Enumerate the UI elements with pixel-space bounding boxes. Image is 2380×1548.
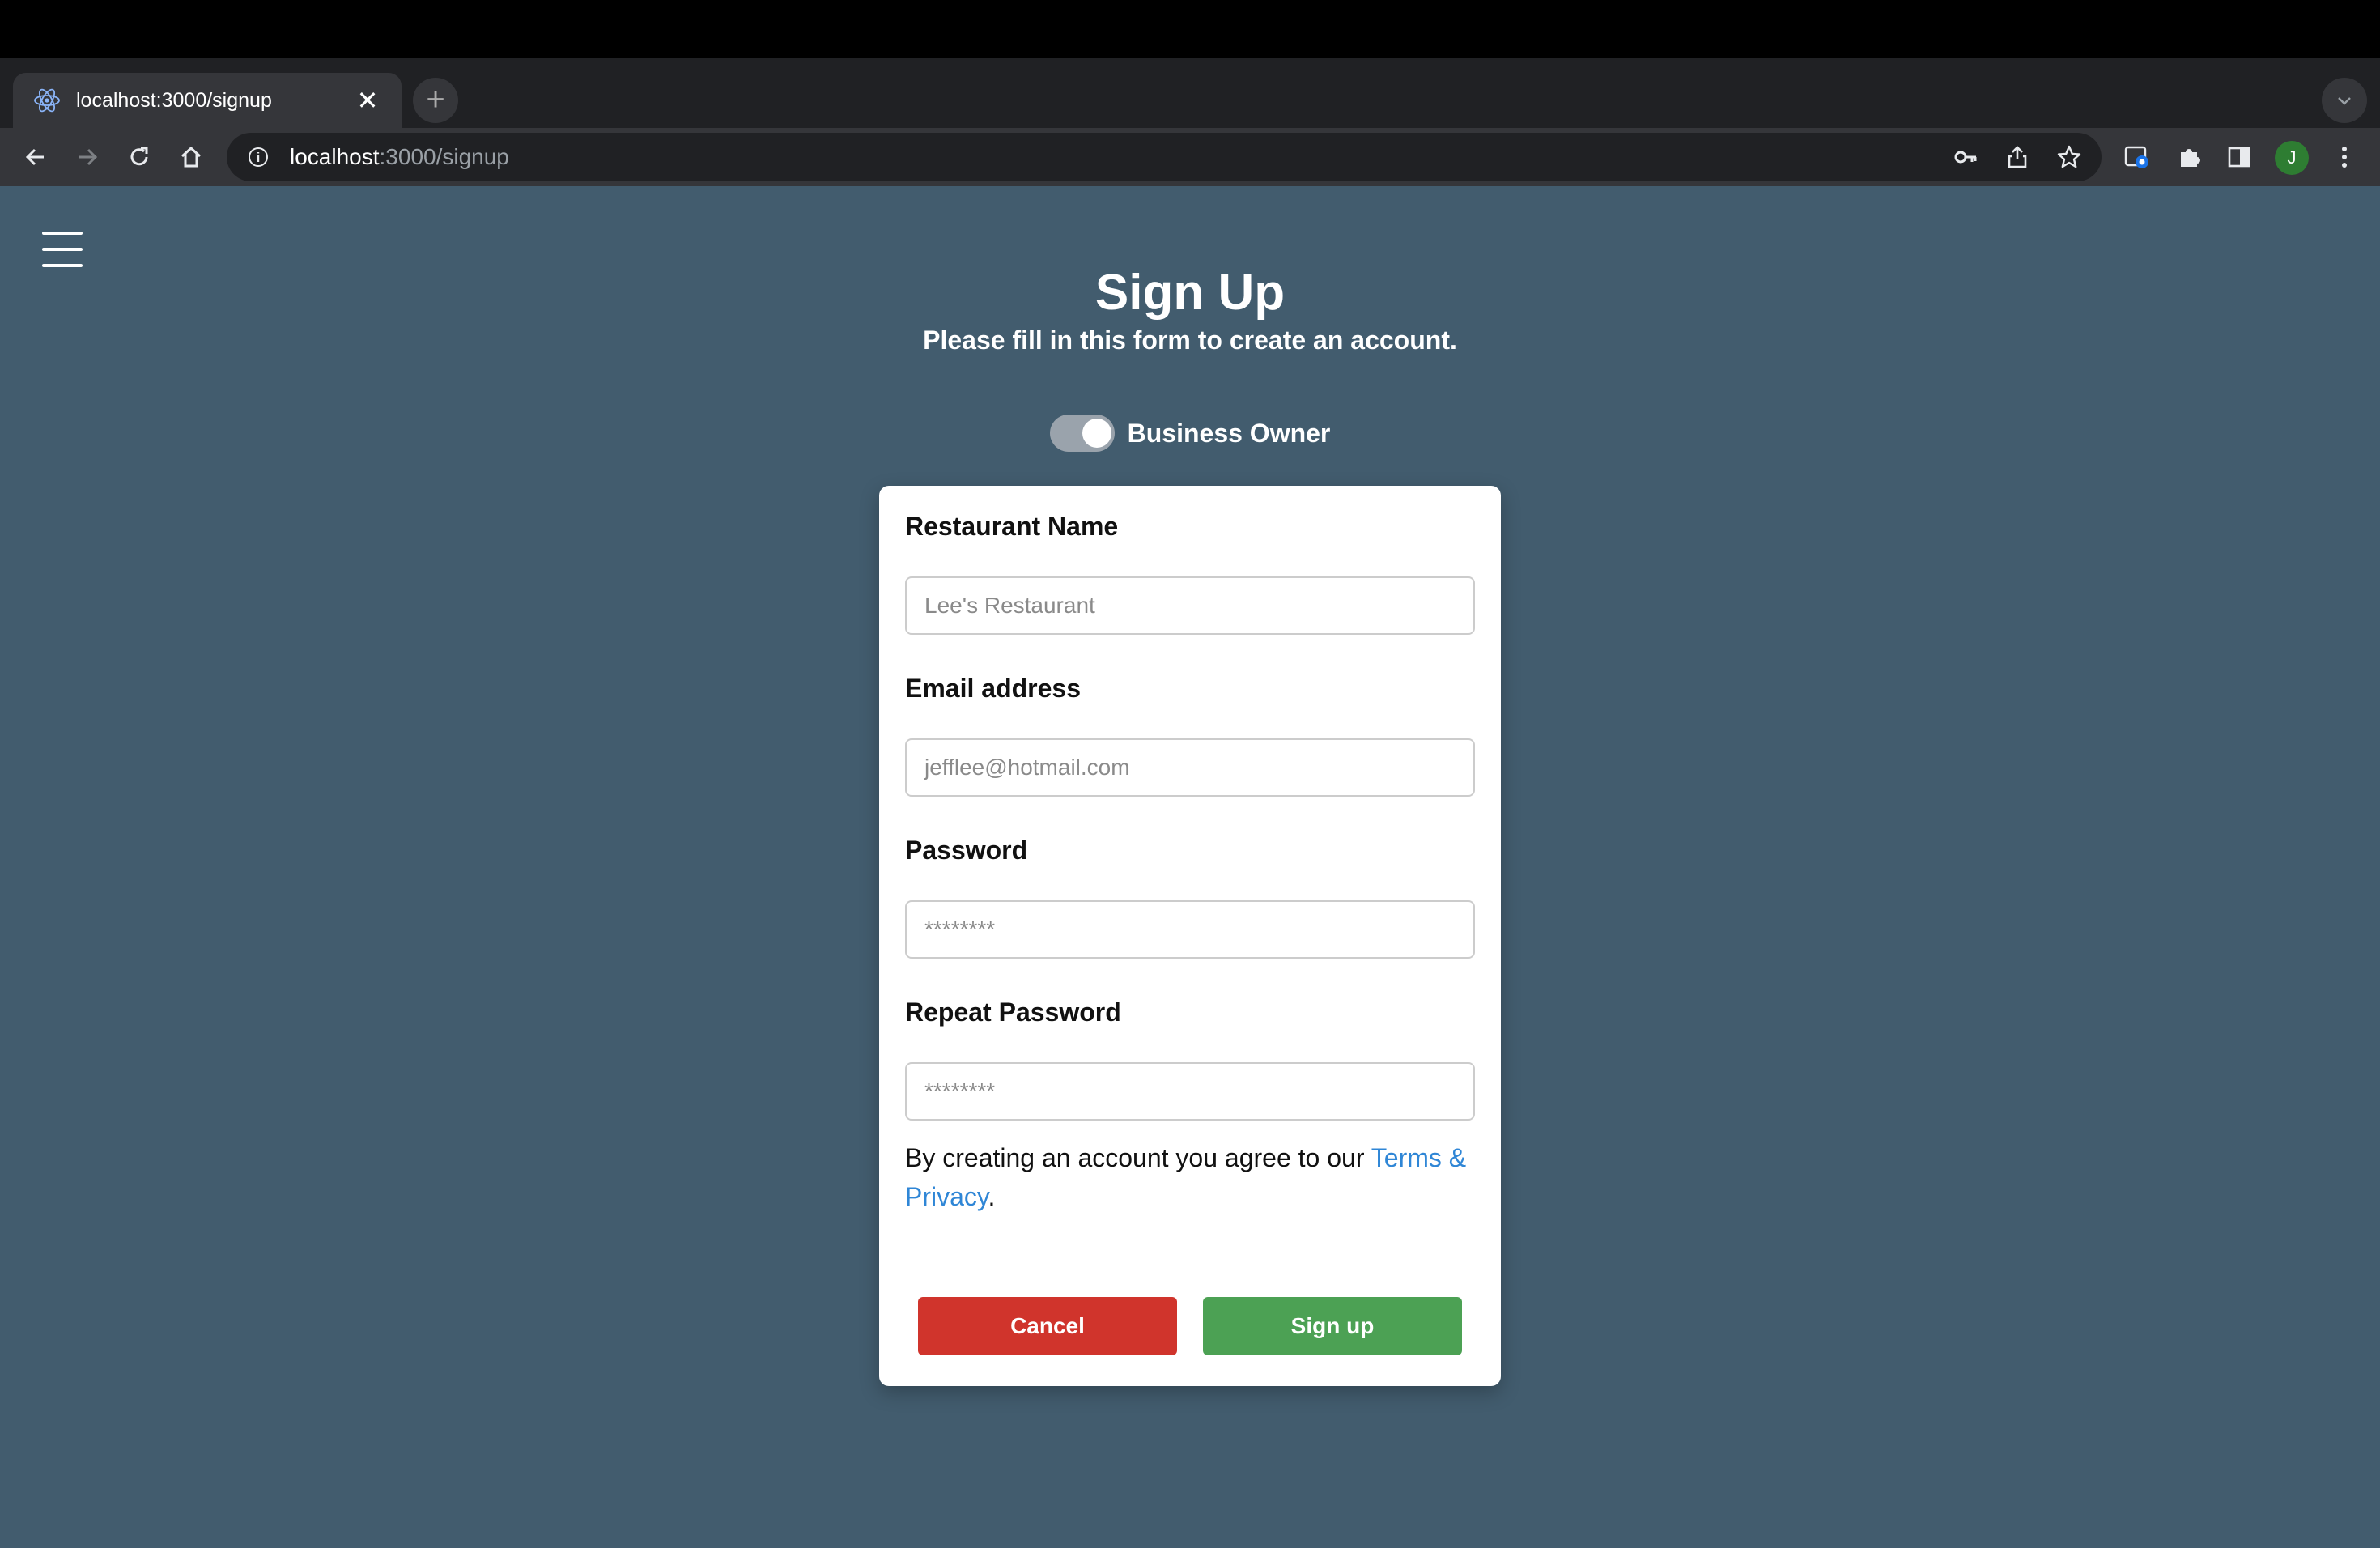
- arrow-right-icon: [79, 148, 98, 166]
- side-panel-icon[interactable]: [2221, 139, 2257, 175]
- macos-menubar-area: [0, 0, 2380, 58]
- back-button[interactable]: [15, 136, 57, 178]
- restaurant-name-label: Restaurant Name: [905, 512, 1119, 541]
- cancel-button[interactable]: Cancel: [918, 1297, 1177, 1355]
- site-info-icon[interactable]: [244, 143, 272, 171]
- signup-form-card: Restaurant Name Email address Password R…: [879, 486, 1501, 1386]
- key-icon[interactable]: [1951, 142, 1980, 172]
- terms-text: By creating an account you agree to our: [905, 1143, 1371, 1172]
- address-bar[interactable]: localhost:3000/signup: [227, 133, 2102, 181]
- password-input[interactable]: [905, 900, 1475, 959]
- url-host: localhost: [290, 144, 380, 169]
- business-owner-label: Business Owner: [1127, 418, 1331, 448]
- bookmark-star-icon[interactable]: [2055, 142, 2084, 172]
- reload-icon: [130, 147, 148, 166]
- page-viewport: Sign Up Please fill in this form to crea…: [0, 186, 2380, 1548]
- repeat-password-input[interactable]: [905, 1062, 1475, 1121]
- forward-button[interactable]: [66, 136, 108, 178]
- react-icon: [32, 86, 62, 115]
- hamburger-menu-icon[interactable]: [42, 232, 83, 267]
- toggle-knob: [1082, 419, 1111, 448]
- restaurant-name-input[interactable]: [905, 576, 1475, 635]
- email-input[interactable]: [905, 738, 1475, 797]
- repeat-password-label: Repeat Password: [905, 997, 1121, 1027]
- new-tab-button[interactable]: +: [413, 78, 458, 123]
- url-path: :3000/signup: [379, 144, 509, 169]
- close-tab-icon[interactable]: ✕: [353, 86, 382, 115]
- tab-strip: localhost:3000/signup ✕ +: [0, 58, 2380, 128]
- screen-capture-extension-icon[interactable]: [2119, 139, 2155, 175]
- business-owner-toggle[interactable]: [1049, 415, 1115, 452]
- terms-notice: By creating an account you agree to our …: [905, 1138, 1488, 1216]
- signup-button[interactable]: Sign up: [1203, 1297, 1462, 1355]
- business-owner-toggle-row: Business Owner: [0, 415, 2380, 452]
- puzzle-icon[interactable]: [2171, 139, 2207, 175]
- reload-button[interactable]: [118, 136, 160, 178]
- arrow-left-icon: [25, 148, 44, 166]
- page-title: Sign Up: [1094, 265, 1286, 321]
- home-button[interactable]: [170, 136, 212, 178]
- page-subtitle: Please fill in this form to create an ac…: [923, 325, 1457, 355]
- profile-avatar[interactable]: J: [2275, 141, 2309, 175]
- more-menu-icon[interactable]: [2327, 139, 2362, 175]
- browser-tab[interactable]: localhost:3000/signup ✕: [13, 73, 402, 128]
- terms-suffix: .: [988, 1182, 996, 1211]
- browser-toolbar: localhost:3000/signup J: [0, 128, 2380, 186]
- email-label: Email address: [905, 674, 1081, 703]
- password-label: Password: [905, 836, 1028, 865]
- chevron-down-icon: [2338, 97, 2351, 105]
- tab-title: localhost:3000/signup: [76, 88, 272, 112]
- tab-search-button[interactable]: [2322, 78, 2367, 123]
- share-icon[interactable]: [2003, 142, 2032, 172]
- home-icon: [181, 146, 202, 168]
